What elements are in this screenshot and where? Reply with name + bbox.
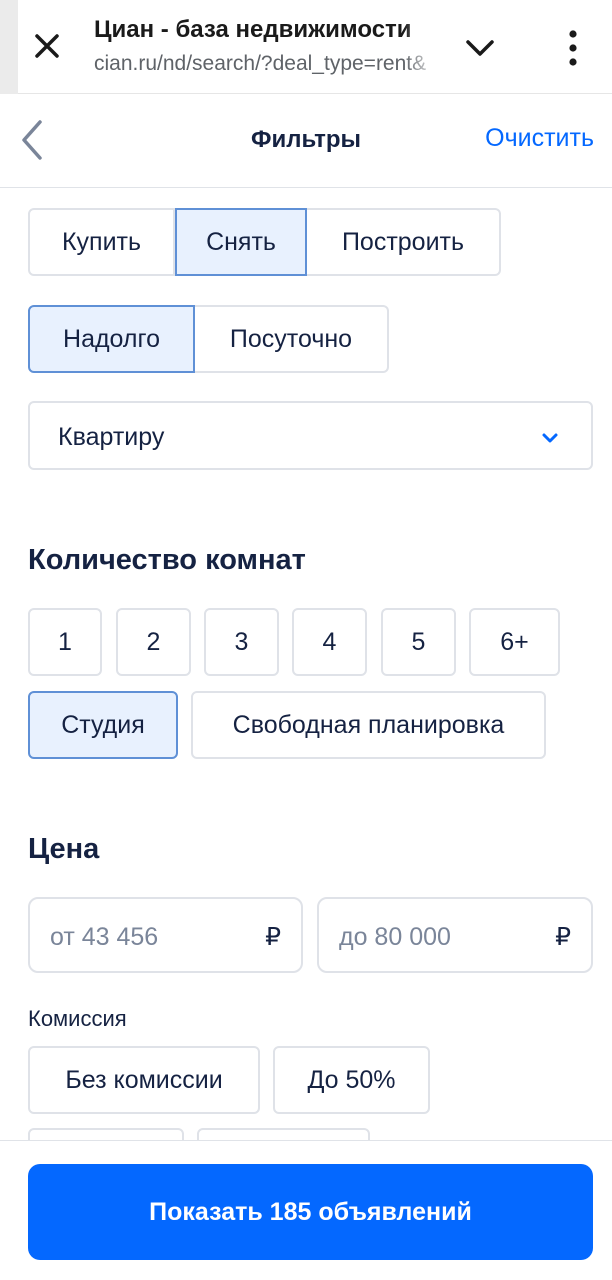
more-vert-icon[interactable] bbox=[556, 26, 590, 70]
object-type-select[interactable]: Квартиру bbox=[28, 401, 593, 470]
rooms-option-5[interactable]: 5 bbox=[381, 608, 456, 676]
rooms-option-2[interactable]: 2 bbox=[116, 608, 191, 676]
text-fade bbox=[404, 10, 440, 84]
ruble-icon: ₽ bbox=[555, 923, 571, 951]
chevron-down-icon bbox=[542, 433, 558, 443]
rent-term-daily[interactable]: Посуточно bbox=[195, 305, 389, 373]
rooms-option-free-layout[interactable]: Свободная планировка bbox=[191, 691, 546, 759]
rooms-option-6plus[interactable]: 6+ bbox=[469, 608, 560, 676]
deal-type-build[interactable]: Построить bbox=[307, 208, 501, 276]
browser-url[interactable]: cian.ru/nd/search/?deal_type=rent& bbox=[94, 52, 434, 76]
rent-term-group: Надолго Посуточно bbox=[28, 305, 389, 373]
rooms-option-4[interactable]: 4 bbox=[292, 608, 367, 676]
rent-term-long[interactable]: Надолго bbox=[28, 305, 195, 373]
browser-toolbar: Циан - база недвижимости cian.ru/nd/sear… bbox=[0, 0, 612, 94]
price-to-input[interactable]: до 80 000 ₽ bbox=[317, 897, 593, 973]
object-type-value: Квартиру bbox=[58, 423, 165, 451]
price-title: Цена bbox=[28, 833, 100, 865]
rooms-title: Количество комнат bbox=[28, 544, 306, 576]
bottom-panel: Показать 185 объявлений bbox=[0, 1140, 612, 1280]
back-arrow-icon[interactable] bbox=[14, 118, 50, 162]
rooms-option-1[interactable]: 1 bbox=[28, 608, 102, 676]
close-icon[interactable] bbox=[30, 29, 64, 63]
commission-label: Комиссия bbox=[28, 1006, 127, 1031]
commission-option-none[interactable]: Без комиссии bbox=[28, 1046, 260, 1114]
commission-option-50[interactable]: До 50% bbox=[273, 1046, 430, 1114]
price-from-input[interactable]: от 43 456 ₽ bbox=[28, 897, 303, 973]
deal-type-rent[interactable]: Снять bbox=[175, 208, 307, 276]
deal-type-buy[interactable]: Купить bbox=[28, 208, 175, 276]
chevron-down-icon[interactable] bbox=[462, 30, 498, 66]
toolbar-edge bbox=[0, 0, 18, 94]
rooms-option-3[interactable]: 3 bbox=[204, 608, 279, 676]
price-from-placeholder: от 43 456 bbox=[50, 923, 159, 951]
browser-page-title: Циан - база недвижимости bbox=[94, 16, 412, 43]
filters-header: Фильтры Очистить bbox=[0, 94, 612, 188]
rooms-option-studio[interactable]: Студия bbox=[28, 691, 178, 759]
clear-button[interactable]: Очистить bbox=[485, 124, 594, 153]
deal-type-group: Купить Снять Построить bbox=[28, 208, 501, 276]
price-to-placeholder: до 80 000 bbox=[339, 923, 451, 951]
show-results-button[interactable]: Показать 185 объявлений bbox=[28, 1164, 593, 1260]
ruble-icon: ₽ bbox=[265, 923, 281, 951]
